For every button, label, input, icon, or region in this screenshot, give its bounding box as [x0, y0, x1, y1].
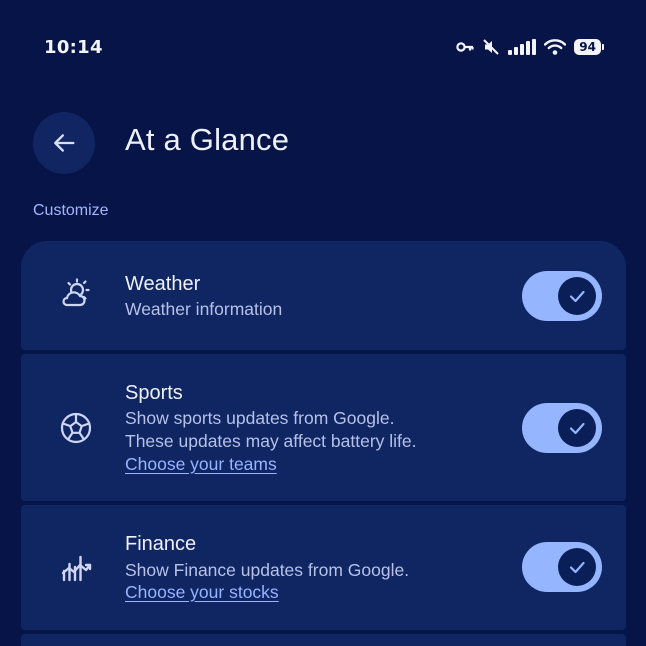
weather-icon [56, 275, 96, 315]
check-icon [569, 561, 585, 574]
weather-title: Weather [125, 273, 201, 295]
signal-icon [508, 39, 537, 55]
finance-chart-icon [56, 548, 96, 588]
status-time: 10:14 [44, 37, 103, 58]
battery-level: 94 [574, 39, 601, 55]
wifi-icon [544, 39, 567, 55]
choose-teams-link[interactable]: Choose your teams [125, 454, 277, 475]
finance-setting-card[interactable]: Finance Show Finance updates from Google… [21, 505, 626, 630]
sports-description: Show sports updates from Google. These u… [125, 408, 417, 451]
finance-title: Finance [125, 533, 197, 555]
choose-stocks-link[interactable]: Choose your stocks [125, 582, 279, 603]
arrow-back-icon [54, 134, 75, 152]
check-icon [569, 422, 585, 435]
soccer-ball-icon [56, 408, 96, 448]
sports-title: Sports [125, 382, 183, 404]
back-button[interactable] [33, 112, 95, 174]
status-icons: 94 [456, 36, 604, 58]
key-icon [456, 41, 474, 53]
finance-toggle[interactable] [522, 542, 602, 592]
settings-screen: 10:14 94 At a Glance Customize Weather W… [0, 0, 646, 646]
weather-setting-card[interactable]: Weather Weather information [21, 241, 626, 350]
check-icon [569, 290, 585, 303]
battery-icon: 94 [574, 39, 604, 55]
next-setting-card[interactable] [21, 634, 626, 646]
page-title: At a Glance [125, 122, 290, 157]
weather-description: Weather information [125, 299, 283, 319]
mute-icon [482, 38, 500, 56]
sports-toggle[interactable] [522, 403, 602, 453]
sports-setting-card[interactable]: Sports Show sports updates from Google. … [21, 354, 626, 501]
section-label: Customize [33, 202, 109, 219]
status-bar: 10:14 94 [0, 0, 646, 90]
weather-toggle[interactable] [522, 271, 602, 321]
finance-description: Show Finance updates from Google. [125, 560, 410, 580]
